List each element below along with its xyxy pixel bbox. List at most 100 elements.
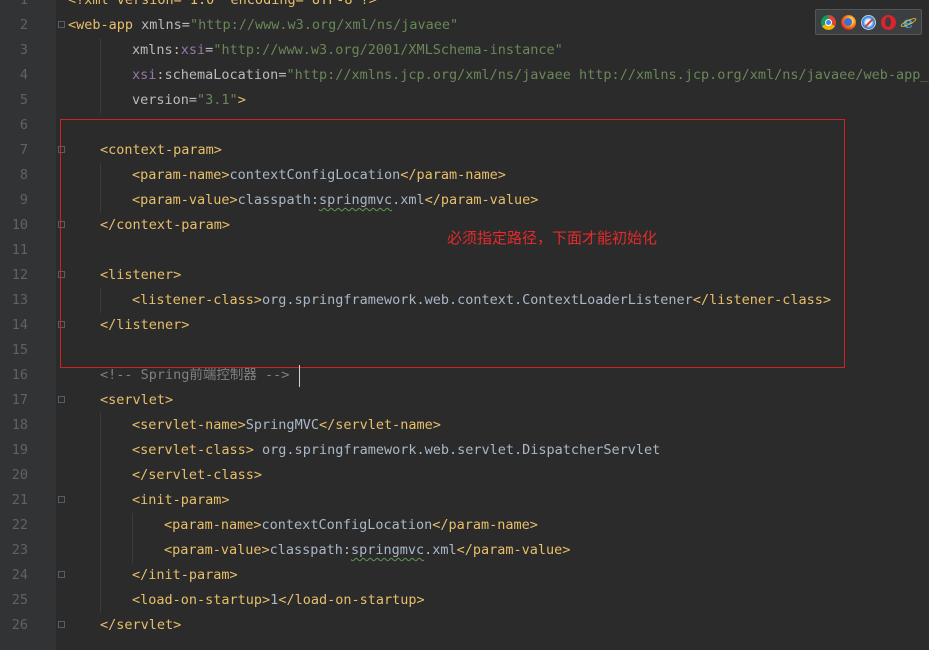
code-line[interactable]: 12 <listener>: [0, 263, 929, 288]
indent-guide: [100, 538, 101, 563]
code-line[interactable]: 3 xmlns:xsi="http://www.w3.org/2001/XMLSc…: [0, 38, 929, 63]
code-text[interactable]: <servlet-class> org.springframework.web.…: [132, 438, 660, 463]
line-number: 14: [11, 317, 28, 333]
indent-guide: [100, 488, 101, 513]
code-token: <param-value>: [132, 192, 238, 208]
code-token: <param-value>: [164, 542, 270, 558]
code-token: <init-param>: [132, 492, 230, 508]
code-text[interactable]: xmlns:xsi="http://www.w3.org/2001/XMLSch…: [132, 38, 563, 63]
code-token: =: [181, 17, 190, 33]
line-number: 6: [19, 117, 28, 133]
code-text[interactable]: version="3.1">: [132, 88, 246, 113]
code-token: contextConfigLocation: [261, 517, 433, 533]
code-line[interactable]: 22 <param-name>contextConfigLocation</par…: [0, 513, 929, 538]
fold-marker-icon[interactable]: [58, 146, 65, 153]
code-line[interactable]: 4 xsi:schemaLocation="http://xmlns.jcp.or…: [0, 63, 929, 88]
code-text[interactable]: </servlet-class>: [132, 463, 262, 488]
code-token: classpath:: [269, 542, 351, 558]
code-token: =: [188, 92, 198, 108]
code-token: </servlet-class>: [132, 467, 263, 483]
code-text[interactable]: <param-value>classpath:springmvc.xml</pa…: [164, 538, 570, 563]
code-token: >: [237, 92, 246, 108]
code-token: </load-on-startup>: [278, 592, 425, 608]
chrome-icon[interactable]: [821, 14, 837, 30]
code-token: </param-value>: [424, 192, 539, 208]
code-line[interactable]: 21 <init-param>: [0, 488, 929, 513]
code-text[interactable]: </servlet>: [100, 613, 181, 638]
code-line[interactable]: 24 </init-param>: [0, 563, 929, 588]
code-line[interactable]: 6: [0, 113, 929, 138]
code-text[interactable]: <?xml version="1.0" encoding="UTF-8"?>: [68, 0, 377, 13]
code-editor[interactable]: 1 <?xml version="1.0" encoding="UTF-8"?> 2…: [0, 0, 929, 650]
code-token: "3.1": [197, 92, 238, 108]
code-token: :schemaLocation: [156, 67, 279, 83]
code-token: "http://xmlns.jcp.org/xml/ns/javaee http…: [286, 67, 929, 83]
safari-icon[interactable]: [860, 14, 876, 30]
code-token: </servlet-name>: [318, 417, 441, 433]
code-line[interactable]: 15: [0, 338, 929, 363]
indent-guide: [100, 38, 101, 63]
code-line[interactable]: 25 <load-on-startup>1</load-on-startup>: [0, 588, 929, 613]
code-text[interactable]: <context-param>: [100, 138, 222, 163]
line-number: 13: [11, 292, 28, 308]
code-text[interactable]: <param-value>classpath:springmvc.xml</pa…: [132, 188, 538, 213]
code-line[interactable]: 26 </servlet>: [0, 613, 929, 638]
code-text[interactable]: <listener>: [100, 263, 181, 288]
fold-marker-icon[interactable]: [58, 221, 65, 228]
code-text[interactable]: <servlet-name>SpringMVC</servlet-name>: [132, 413, 441, 438]
code-line[interactable]: 7 <context-param>: [0, 138, 929, 163]
indent-guide: [100, 513, 101, 538]
opera-icon[interactable]: [880, 14, 896, 30]
code-token: .xml: [424, 542, 457, 558]
code-line[interactable]: 2 <web-app xmlns="http://www.w3.org/xml/n…: [0, 13, 929, 38]
fold-marker-icon[interactable]: [58, 271, 65, 278]
fold-marker-icon[interactable]: [58, 496, 65, 503]
code-token: <listener>: [100, 267, 182, 283]
code-line[interactable]: 8 <param-name>contextConfigLocation</para…: [0, 163, 929, 188]
code-text[interactable]: <param-name>contextConfigLocation</param…: [132, 163, 506, 188]
line-number: 20: [11, 467, 28, 483]
code-line[interactable]: 1 <?xml version="1.0" encoding="UTF-8"?>: [0, 0, 929, 13]
code-text[interactable]: </init-param>: [132, 563, 238, 588]
fold-marker-icon[interactable]: [58, 21, 65, 28]
line-number: 26: [11, 617, 28, 633]
code-line[interactable]: 16 <!-- Spring前端控制器 -->: [0, 363, 929, 388]
fold-marker-icon[interactable]: [58, 321, 65, 328]
code-text[interactable]: <!-- Spring前端控制器 -->: [100, 363, 289, 388]
code-line[interactable]: 5 version="3.1">: [0, 88, 929, 113]
code-text[interactable]: <web-app xmlns="http://www.w3.org/xml/ns…: [68, 13, 458, 38]
line-number: 12: [11, 267, 28, 283]
line-number: 7: [19, 142, 28, 158]
code-token: org.springframework.web.context.ContextL…: [262, 292, 693, 308]
code-line[interactable]: 14 </listener>: [0, 313, 929, 338]
code-text[interactable]: <param-name>contextConfigLocation</param…: [164, 513, 538, 538]
code-line[interactable]: 17 <servlet>: [0, 388, 929, 413]
code-line[interactable]: 23 <param-value>classpath:springmvc.xml</…: [0, 538, 929, 563]
ie-icon[interactable]: e: [901, 14, 916, 30]
code-text[interactable]: </listener>: [100, 313, 189, 338]
code-text[interactable]: <init-param>: [132, 488, 230, 513]
code-line[interactable]: 13 <listener-class>org.springframework.we…: [0, 288, 929, 313]
code-line[interactable]: 20 </servlet-class>: [0, 463, 929, 488]
code-text[interactable]: <load-on-startup>1</load-on-startup>: [132, 588, 425, 613]
line-number: 19: [11, 442, 28, 458]
firefox-icon[interactable]: [841, 14, 857, 30]
code-text[interactable]: xsi:schemaLocation="http://xmlns.jcp.org…: [132, 63, 929, 88]
code-token: xsi: [132, 67, 157, 83]
indent-guide: [100, 88, 101, 113]
code-line[interactable]: 18 <servlet-name>SpringMVC</servlet-name>: [0, 413, 929, 438]
line-number: 25: [11, 592, 28, 608]
code-line[interactable]: 19 <servlet-class> org.springframework.we…: [0, 438, 929, 463]
code-line[interactable]: 9 <param-value>classpath:springmvc.xml</p…: [0, 188, 929, 213]
code-token: <load-on-startup>: [132, 592, 271, 608]
fold-marker-icon[interactable]: [58, 571, 65, 578]
code-text[interactable]: </context-param>: [100, 213, 230, 238]
code-token: </servlet>: [100, 617, 182, 633]
line-number: 9: [19, 192, 28, 208]
code-text[interactable]: <listener-class>org.springframework.web.…: [132, 288, 831, 313]
line-number: 17: [11, 392, 28, 408]
fold-marker-icon[interactable]: [58, 396, 65, 403]
fold-marker-icon[interactable]: [58, 621, 65, 628]
line-number: 23: [11, 542, 28, 558]
code-text[interactable]: <servlet>: [100, 388, 173, 413]
